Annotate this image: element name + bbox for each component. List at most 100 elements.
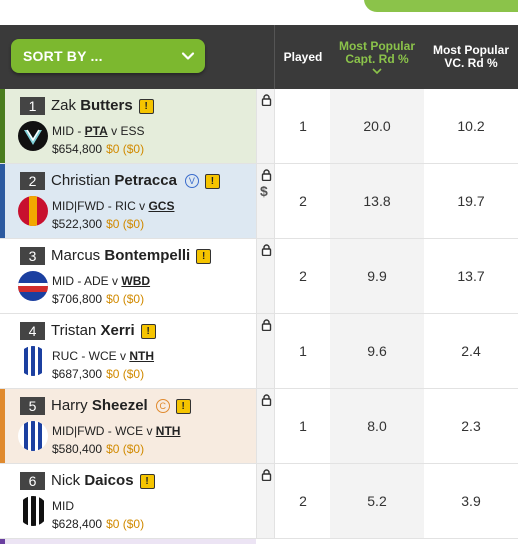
versus-label: v [146, 424, 153, 438]
player-first-name: Zak [51, 97, 77, 114]
table-row[interactable]: 1 Zak Butters! MID - PTA v ESS $654,800 $0 (… [0, 89, 518, 164]
player-name[interactable]: Harry Sheezel C! [51, 397, 191, 415]
top-action-button[interactable] [364, 0, 518, 12]
team-jersey-icon [18, 196, 48, 226]
player-team: ADE [84, 274, 109, 288]
team-jersey-icon [18, 421, 48, 451]
table-row[interactable]: 6 Nick Daicos! MID $628,400 $0 ($0) 2 5.2 3.9 [0, 464, 518, 539]
player-price: $687,300 [52, 367, 103, 381]
rank-badge: 5 [20, 397, 45, 415]
player-fixture: MID - PTA v ESS [52, 124, 145, 138]
player-price-line: $522,300 $0 ($0) [52, 217, 144, 231]
player-price-line: $628,400 $0 ($0) [52, 517, 144, 531]
rank-badge: 1 [20, 97, 45, 115]
player-panel[interactable]: 6 Nick Daicos! MID $628,400 $0 ($0) [5, 464, 256, 538]
vc-pct-cell: 10.2 [457, 118, 485, 134]
lock-icon[interactable] [261, 169, 272, 181]
warning-icon[interactable]: ! [139, 474, 155, 489]
column-header-capt[interactable]: Most Popular Capt. Rd % [330, 25, 424, 89]
header-divider [274, 25, 275, 89]
player-price: $580,400 [52, 442, 103, 456]
rank-badge: 6 [20, 472, 45, 490]
rank-badge: 2 [20, 172, 45, 190]
player-name[interactable]: Christian Petracca V! [51, 172, 220, 190]
vc-pct-cell: 13.7 [457, 268, 485, 284]
next-row-edge [0, 539, 518, 544]
column-header-played[interactable]: Played [276, 25, 330, 89]
lock-icon[interactable] [261, 94, 272, 106]
table-row[interactable]: 5 Harry Sheezel C! MID|FWD - WCE v NTH $580,… [0, 389, 518, 464]
opponent-team: NTH [129, 349, 155, 363]
chevron-down-icon [181, 52, 195, 60]
warning-icon[interactable]: ! [138, 99, 154, 114]
capt-pct-cell: 9.6 [330, 314, 424, 388]
opponent-team: NTH [155, 424, 181, 438]
column-header-vc[interactable]: Most Popular VC. Rd % [424, 25, 518, 89]
opponent-team: GCS [148, 199, 175, 213]
price-change: $0 ($0) [106, 217, 145, 231]
player-panel[interactable]: 2 Christian Petracca V! MID|FWD - RIC v GCS… [5, 164, 256, 238]
versus-label: v [112, 274, 119, 288]
versus-label: v [139, 199, 146, 213]
price-change: $0 ($0) [106, 442, 145, 456]
player-last-name: Sheezel [91, 397, 148, 414]
warning-icon[interactable]: ! [140, 324, 156, 339]
table-header: SORT BY ... Played Most Popular Capt. Rd… [0, 25, 518, 89]
price-change: $0 ($0) [106, 517, 145, 531]
player-last-name: Butters [80, 97, 133, 114]
lock-column: $ [256, 164, 275, 238]
trade-dollar-icon[interactable]: $ [260, 184, 274, 198]
played-cell: 2 [299, 193, 307, 209]
lock-column [256, 389, 275, 463]
sort-by-dropdown[interactable]: SORT BY ... [11, 39, 205, 73]
played-cell: 1 [299, 418, 307, 434]
player-name[interactable]: Marcus Bontempelli! [51, 247, 212, 265]
player-price-line: $706,800 $0 ($0) [52, 292, 144, 306]
vc-pct-cell: 19.7 [457, 193, 485, 209]
player-first-name: Nick [51, 472, 81, 489]
warning-icon[interactable]: ! [175, 399, 191, 414]
player-panel[interactable]: 1 Zak Butters! MID - PTA v ESS $654,800 $0 (… [5, 89, 256, 163]
lock-icon[interactable] [261, 469, 272, 481]
top-strip [0, 0, 518, 25]
price-change: $0 ($0) [106, 292, 145, 306]
team-jersey-icon [18, 496, 48, 526]
player-panel[interactable]: 5 Harry Sheezel C! MID|FWD - WCE v NTH $580,… [5, 389, 256, 463]
player-name[interactable]: Nick Daicos! [51, 472, 155, 490]
player-first-name: Christian [51, 172, 111, 189]
player-panel[interactable]: 4 Tristan Xerri! RUC - WCE v NTH $687,300 $0… [5, 314, 256, 388]
lock-icon[interactable] [261, 394, 272, 406]
player-position: MID|FWD [52, 199, 105, 213]
warning-icon[interactable]: ! [196, 249, 212, 264]
player-price: $522,300 [52, 217, 103, 231]
table-row[interactable]: 3 Marcus Bontempelli! MID - ADE v WBD $706,… [0, 239, 518, 314]
player-position: MID [52, 274, 74, 288]
player-name[interactable]: Zak Butters! [51, 97, 154, 115]
player-team: WCE [88, 349, 117, 363]
capt-pct-cell: 8.0 [330, 389, 424, 463]
versus-label: v [120, 349, 127, 363]
table-row[interactable]: 2 Christian Petracca V! MID|FWD - RIC v GCS… [0, 164, 518, 239]
opponent-team: WBD [121, 274, 151, 288]
team-jersey-icon [18, 271, 48, 301]
player-team: RIC [115, 199, 136, 213]
versus-label: v [111, 124, 118, 138]
team-jersey-icon [18, 346, 48, 376]
player-price-line: $654,800 $0 ($0) [52, 142, 144, 156]
player-price: $628,400 [52, 517, 103, 531]
player-panel[interactable]: 3 Marcus Bontempelli! MID - ADE v WBD $706,… [5, 239, 256, 313]
player-first-name: Harry [51, 397, 88, 414]
capt-pct-cell: 13.8 [330, 164, 424, 238]
player-last-name: Xerri [100, 322, 135, 339]
player-name[interactable]: Tristan Xerri! [51, 322, 156, 340]
sort-desc-chevron-icon [372, 68, 382, 74]
lock-icon[interactable] [261, 319, 272, 331]
vc-pct-cell: 2.4 [461, 343, 481, 359]
played-cell: 1 [299, 343, 307, 359]
vc-pct-cell: 3.9 [461, 493, 481, 509]
capt-pct-cell: 20.0 [330, 89, 424, 163]
player-fixture: MID|FWD - WCE v NTH [52, 424, 181, 438]
table-row[interactable]: 4 Tristan Xerri! RUC - WCE v NTH $687,300 $0… [0, 314, 518, 389]
warning-icon[interactable]: ! [204, 174, 220, 189]
lock-icon[interactable] [261, 244, 272, 256]
